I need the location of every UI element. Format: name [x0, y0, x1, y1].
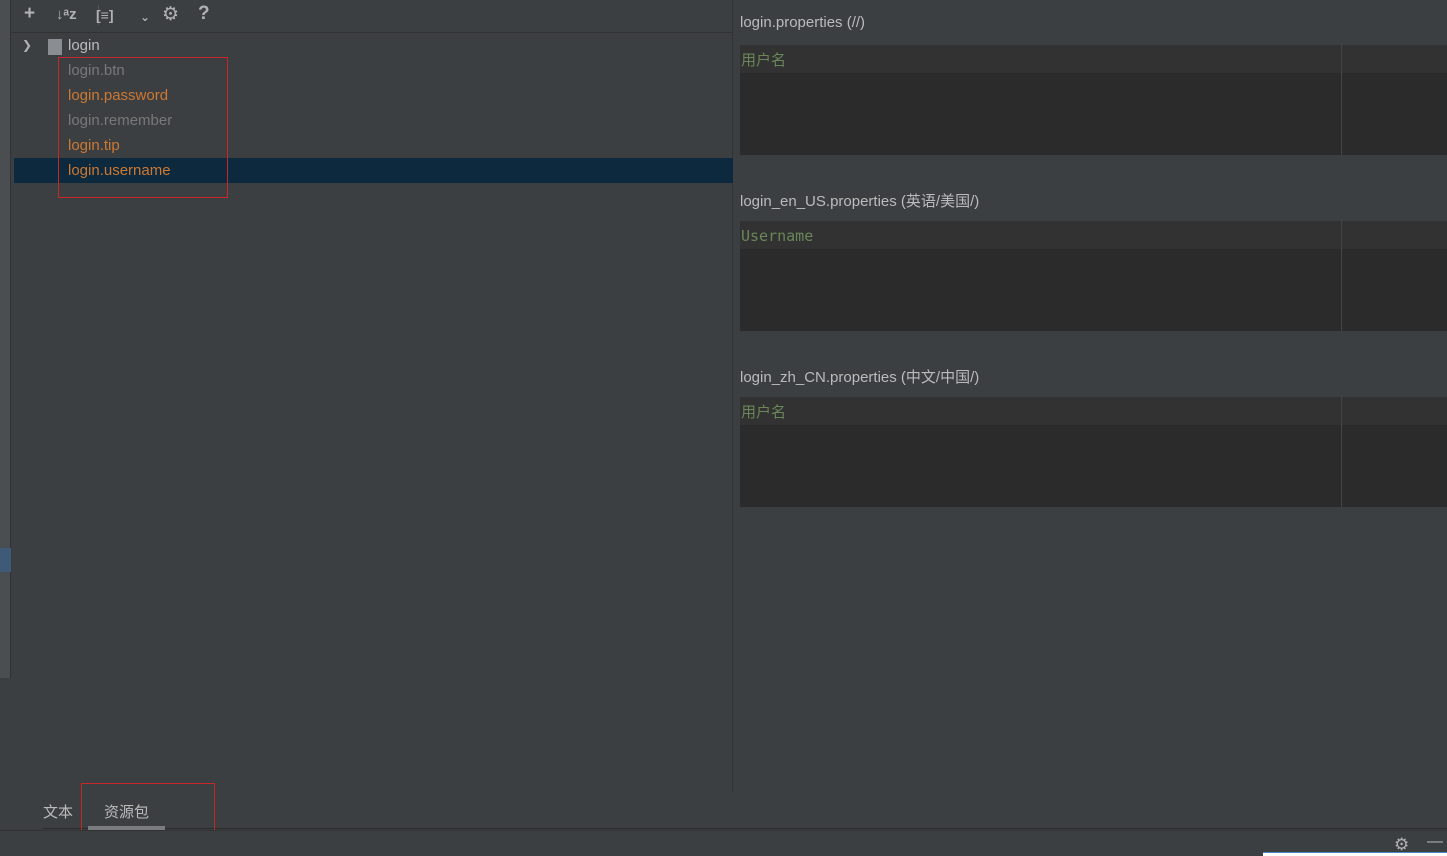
minimize-icon[interactable]: —	[1427, 833, 1443, 851]
left-tool-strip[interactable]	[0, 0, 11, 678]
status-bar: ⚙ —	[0, 830, 1447, 856]
editor-title: login_zh_CN.properties (中文/中国/)	[740, 369, 980, 386]
gear-icon[interactable]: ⚙	[162, 3, 179, 26]
chevron-down-icon[interactable]: ❯	[22, 33, 32, 58]
property-editor[interactable]: 用户名	[740, 397, 1447, 507]
tab-text[interactable]: 文本	[43, 801, 73, 822]
group-icon[interactable]: [≡]	[96, 7, 114, 23]
property-editor[interactable]: Username	[740, 221, 1447, 331]
add-icon[interactable]: +	[24, 3, 35, 25]
right-margin-guide	[1341, 45, 1342, 155]
help-icon[interactable]: ?	[198, 3, 210, 25]
tabs-divider	[42, 828, 1447, 829]
right-margin-guide	[1341, 397, 1342, 507]
highlight-box	[81, 783, 215, 836]
tool-strip-marker[interactable]	[0, 548, 11, 572]
editor-title: login.properties (//)	[740, 14, 866, 31]
property-editor[interactable]: 用户名	[740, 45, 1447, 155]
sort-alpha-icon[interactable]: ↓ᵃz	[56, 6, 77, 23]
chevron-down-icon[interactable]: ⌄	[140, 10, 150, 24]
tree-root-label: login	[68, 37, 100, 54]
resource-bundle-icon	[48, 39, 62, 55]
toolbar: + ↓ᵃz [≡] ⌄ ⚙ ?	[12, 0, 733, 33]
highlight-box	[58, 57, 228, 198]
popup-edge	[1263, 852, 1447, 856]
tree-root-login[interactable]: ❯ login	[14, 33, 733, 58]
right-margin-guide	[1341, 221, 1342, 331]
editor-title: login_en_US.properties (英语/美国/)	[740, 193, 980, 210]
